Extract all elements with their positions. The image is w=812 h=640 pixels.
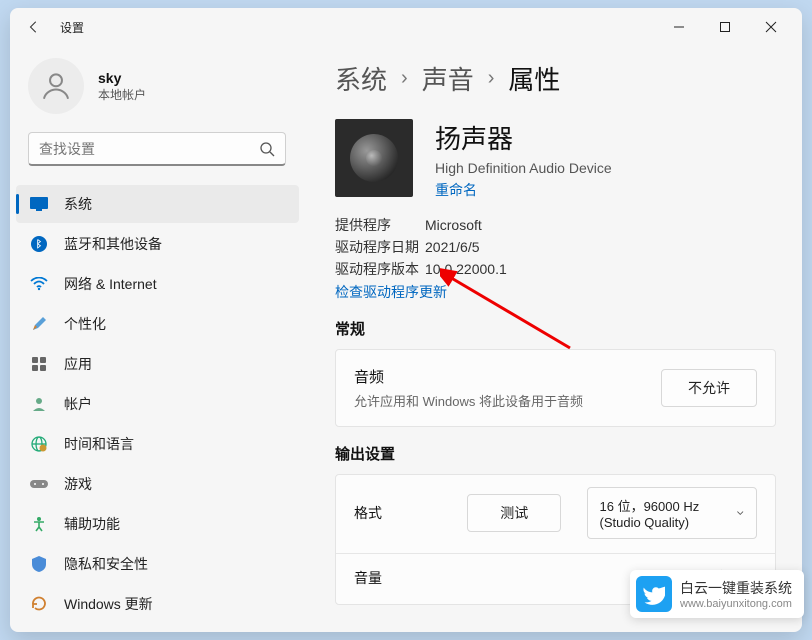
device-title: 扬声器 [435,119,612,156]
driver-version-label: 驱动程序版本 [335,258,425,280]
bluetooth-icon [30,235,48,253]
nav-personalization[interactable]: 个性化 [16,305,299,343]
nav-apps[interactable]: 应用 [16,345,299,383]
audio-card: 音频 允许应用和 Windows 将此设备用于音频 不允许 [335,349,776,427]
chevron-right-icon: › [488,67,495,90]
brush-icon [30,315,48,333]
nav-bluetooth[interactable]: 蓝牙和其他设备 [16,225,299,263]
format-select[interactable]: 16 位，96000 Hz (Studio Quality) [587,487,758,539]
nav-system[interactable]: 系统 [16,185,299,223]
chevron-right-icon: › [401,67,408,90]
device-subtitle: High Definition Audio Device [435,160,612,176]
nav-accounts[interactable]: 帐户 [16,385,299,423]
search-icon [259,141,275,157]
update-icon [30,595,48,613]
format-label: 格式 [354,503,442,523]
driver-info: 提供程序Microsoft 驱动程序日期2021/6/5 驱动程序版本10.0.… [335,214,776,280]
settings-window: 设置 sky 本地帐户 系统 [10,8,802,632]
rename-link[interactable]: 重命名 [435,180,612,200]
user-block[interactable]: sky 本地帐户 [10,54,305,128]
output-heading: 输出设置 [335,443,776,464]
nav-gaming[interactable]: 游戏 [16,465,299,503]
user-name: sky [98,70,146,86]
test-button[interactable]: 测试 [467,494,561,532]
watermark-logo [636,576,672,612]
access-icon [30,515,48,533]
nav-update[interactable]: Windows 更新 [16,585,299,623]
search-input[interactable] [39,141,259,157]
game-icon [30,475,48,493]
person-icon [30,395,48,413]
breadcrumb-l2[interactable]: 声音 [422,60,474,97]
driver-date-label: 驱动程序日期 [335,236,425,258]
speaker-icon [335,119,413,197]
maximize-button[interactable] [702,11,748,43]
avatar [28,58,84,114]
watermark-url: www.baiyunxitong.com [680,598,792,610]
watermark: 白云一键重装系统 www.baiyunxitong.com [630,570,804,618]
driver-date-value: 2021/6/5 [425,236,480,258]
device-header: 扬声器 High Definition Audio Device 重命名 [335,119,776,200]
apps-icon [30,355,48,373]
watermark-text: 白云一键重装系统 [680,578,792,598]
window-title: 设置 [60,19,84,36]
sidebar: sky 本地帐户 系统 蓝牙和其他设备 网络 & Internet 个性化 应用… [10,46,305,632]
nav-accessibility[interactable]: 辅助功能 [16,505,299,543]
content-pane: 系统 › 声音 › 属性 扬声器 High Definition Audio D… [305,46,802,632]
back-button[interactable] [18,11,50,43]
breadcrumb: 系统 › 声音 › 属性 [335,60,776,97]
chevron-down-icon [736,507,744,519]
user-sub: 本地帐户 [98,86,146,103]
provider-label: 提供程序 [335,214,425,236]
search-box[interactable] [28,132,286,166]
deny-button[interactable]: 不允许 [661,369,757,407]
breadcrumb-l1[interactable]: 系统 [335,60,387,97]
general-heading: 常规 [335,318,776,339]
minimize-button[interactable] [656,11,702,43]
wifi-icon [30,275,48,293]
format-value: 16 位，96000 Hz (Studio Quality) [600,496,736,530]
nav-time-language[interactable]: 时间和语言 [16,425,299,463]
audio-sub: 允许应用和 Windows 将此设备用于音频 [354,391,661,410]
check-driver-link[interactable]: 检查驱动程序更新 [335,282,776,302]
globe-icon [30,435,48,453]
nav-list: 系统 蓝牙和其他设备 网络 & Internet 个性化 应用 帐户 时间和语言… [10,182,305,626]
breadcrumb-current: 属性 [508,60,560,97]
close-button[interactable] [748,11,794,43]
nav-network[interactable]: 网络 & Internet [16,265,299,303]
driver-version-value: 10.0.22000.1 [425,258,507,280]
titlebar: 设置 [10,8,802,46]
volume-label: 音量 [354,568,442,588]
audio-title: 音频 [354,366,661,387]
provider-value: Microsoft [425,214,482,236]
nav-privacy[interactable]: 隐私和安全性 [16,545,299,583]
system-icon [30,195,48,213]
shield-icon [30,555,48,573]
